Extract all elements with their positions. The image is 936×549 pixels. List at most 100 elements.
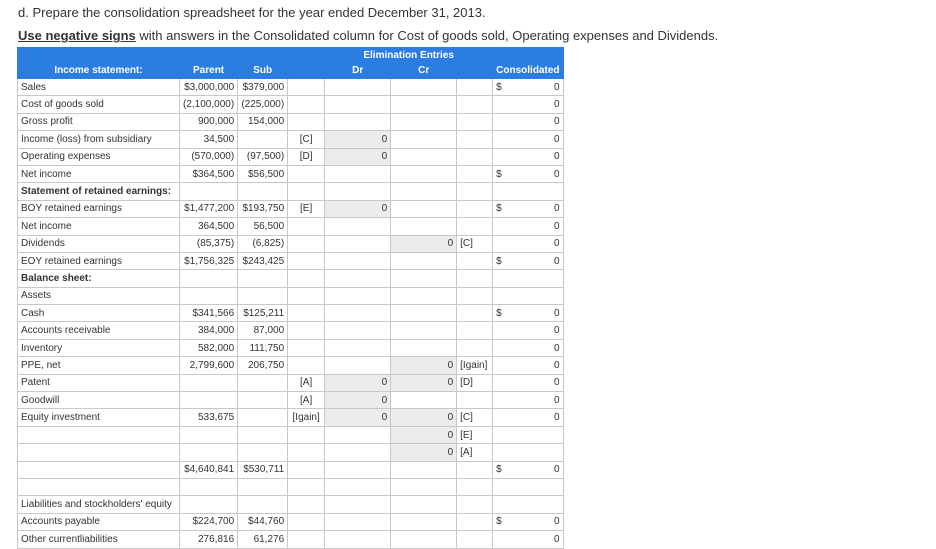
row-label: EOY retained earnings [17,251,180,271]
consolidated-amount[interactable]: $0 [492,77,564,97]
instruction-emphasis: Use negative signs [18,28,136,43]
consolidated-amount[interactable]: 0 [492,338,564,358]
row-label: Accounts payable [17,512,180,532]
cr-amount[interactable]: 0 [390,425,458,445]
dr-entry-tag [287,495,326,514]
parent-value [178,495,239,514]
consolidated-value: 0 [553,81,560,93]
cr-entry-tag: [E] [456,425,494,445]
cr-amount[interactable]: 0 [390,356,458,375]
consolidated-value: 0 [553,412,560,424]
sub-value [237,182,289,201]
row-label [17,425,180,445]
cr-entry-tag: [Igain] [456,356,494,375]
currency-symbol: $ [496,255,502,267]
cr-entry-tag [456,321,494,340]
currency-symbol: $ [496,464,502,476]
dr-amount [324,251,392,271]
parent-value: (85,375) [178,234,239,253]
dr-entry-tag [287,112,326,132]
consolidated-amount[interactable]: 0 [492,356,564,375]
parent-value [178,443,239,462]
cr-entry-tag: [C] [456,234,494,253]
consolidated-amount[interactable]: 0 [492,321,564,340]
cr-amount [390,512,458,532]
cr-amount [390,182,458,201]
currency-symbol: $ [496,168,502,180]
table-row: Operating expenses (570,000) (97,500) [D] 0 0 [17,147,564,166]
consolidated-value: 0 [553,168,560,180]
sub-value: 111,750 [237,338,289,358]
cr-amount[interactable]: 0 [390,408,458,427]
consolidated-amount[interactable]: $0 [492,512,564,532]
parent-value: 384,000 [178,321,239,340]
dr-amount[interactable]: 0 [324,147,392,166]
table-row: Sales $3,000,000 $379,000 $0 [17,77,564,97]
consolidated-amount[interactable]: $0 [492,304,564,323]
cr-amount-value: 0 [447,377,454,389]
row-label: Cash [17,304,180,323]
row-label: Patent [17,373,180,393]
dr-amount[interactable]: 0 [324,130,392,149]
parent-value: $4,640,841 [178,460,239,479]
row-label: Accounts receivable [17,321,180,340]
parent-value: $341,566 [178,304,239,323]
consolidated-amount[interactable]: $0 [492,251,564,271]
consolidated-amount[interactable]: $0 [492,460,564,479]
dr-amount[interactable]: 0 [324,199,392,219]
cr-amount [390,495,458,514]
dr-header: Dr [324,62,392,79]
cr-entry-tag [456,304,494,323]
cr-amount [390,199,458,219]
sub-value: $44,760 [237,512,289,532]
row-label: Liabilities and stockholders' equity [17,495,180,514]
consolidated-amount[interactable]: 0 [492,234,564,253]
consolidated-amount[interactable]: $0 [492,199,564,219]
row-label: Gross profit [17,112,180,132]
cr-amount [390,112,458,132]
dr-amount [324,321,392,340]
cr-entry-tag [456,199,494,219]
sub-value: $243,425 [237,251,289,271]
dr-entry-tag [287,217,326,236]
cr-amount [390,477,458,497]
dr-amount[interactable]: 0 [324,391,392,410]
consolidated-amount[interactable]: $0 [492,164,564,184]
cr-entry-tag [456,512,494,532]
table-row: 0 [A] [17,443,564,462]
table-row: Cash $341,566 $125,211 $0 [17,304,564,323]
consolidated-amount[interactable]: 0 [492,112,564,132]
consolidated-amount[interactable]: 0 [492,391,564,410]
sub-value: 206,750 [237,356,289,375]
dr-entry-tag [287,443,326,462]
dr-amount[interactable]: 0 [324,408,392,427]
consolidated-amount[interactable]: 0 [492,408,564,427]
dr-entry-tag: [A] [287,391,326,410]
dr-amount[interactable]: 0 [324,373,392,393]
consolidated-amount[interactable]: 0 [492,130,564,149]
cr-amount[interactable]: 0 [390,443,458,462]
dr-entry-tag [287,512,326,532]
table-row: Liabilities and stockholders' equity [17,495,564,514]
dr-entry-tag [287,338,326,358]
row-label: Goodwill [17,391,180,410]
cr-amount[interactable]: 0 [390,234,458,253]
consolidated-value: 0 [553,342,560,354]
cr-header: Cr [390,62,458,79]
cr-entry-tag: [D] [456,373,494,393]
consolidated-value: 0 [553,99,560,111]
cr-entry-tag [456,477,494,497]
table-row: 0 [E] [17,425,564,445]
consolidated-amount[interactable]: 0 [492,95,564,114]
consolidated-amount[interactable]: 0 [492,147,564,166]
table-row: Net income $364,500 $56,500 $0 [17,164,564,184]
consolidated-amount[interactable]: 0 [492,217,564,236]
cr-amount[interactable]: 0 [390,373,458,393]
consolidated-value: 0 [553,516,560,528]
consolidated-amount[interactable]: 0 [492,373,564,393]
table-row: Other currentliabilities 276,816 61,276 0 [17,530,564,549]
table-row: Net income 364,500 56,500 0 [17,217,564,236]
consolidated-amount[interactable]: 0 [492,530,564,549]
consolidated-amount [492,286,564,306]
parent-value: $1,756,325 [178,251,239,271]
